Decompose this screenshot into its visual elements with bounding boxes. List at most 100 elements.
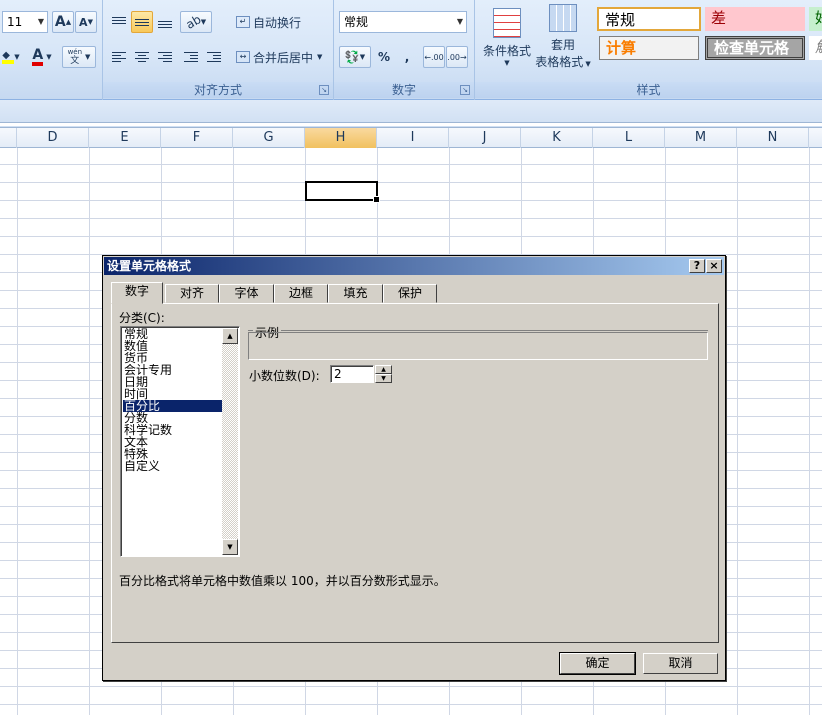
column-header[interactable]: I [377, 128, 449, 148]
tab-number[interactable]: 数字 [111, 282, 163, 304]
cell-style-normal-label: 常规 [605, 11, 636, 29]
spin-down-icon[interactable]: ▼ [375, 374, 392, 383]
cancel-button[interactable]: 取消 [643, 653, 718, 674]
wrap-text-icon: ↵ [236, 16, 250, 28]
align-left-button[interactable] [108, 46, 130, 68]
dialog-launcher-icon[interactable]: ↘ [460, 85, 470, 95]
conditional-formatting-button[interactable]: 条件格式 ▼ [479, 3, 535, 71]
list-item[interactable]: 分数 [123, 412, 223, 424]
tab-protection[interactable]: 保护 [383, 284, 437, 303]
comma-style-button[interactable]: , [396, 46, 418, 68]
font-color-button[interactable]: A ▼ [26, 46, 58, 68]
list-item[interactable]: 特殊 [123, 448, 223, 460]
font-size-combo[interactable]: 11 ▼ [2, 11, 48, 33]
category-listbox[interactable]: 常规 数值 货币 会计专用 日期 时间 百分比 分数 科学记数 文本 特殊 自定… [120, 326, 240, 557]
font-color-icon: A [32, 48, 44, 66]
decrease-decimal-button[interactable]: .00→ [446, 46, 468, 68]
ribbon: 11 ▼ A ▲ A ▼ ◆ ▼ A ▼ wén 文 ▼ ab ▼ ↵ 自动换行… [0, 0, 822, 100]
column-header[interactable]: D [17, 128, 89, 148]
format-as-table-icon [549, 4, 577, 32]
cell-style-normal[interactable]: 常规 [597, 7, 701, 31]
align-bottom-button[interactable] [154, 11, 176, 33]
column-headers: D E F G H I J K L M N [0, 128, 822, 148]
phonetic-button[interactable]: wén 文 ▼ [62, 46, 96, 68]
align-top-button[interactable] [108, 11, 130, 33]
chevron-down-icon: ▼ [585, 60, 591, 68]
cell-style-good[interactable]: 好 [809, 7, 822, 31]
list-item[interactable]: 会计专用 [123, 364, 223, 376]
shrink-font-button[interactable]: A ▼ [75, 11, 97, 33]
increase-decimal-button[interactable]: ←.00 [423, 46, 445, 68]
formula-bar-area [0, 100, 822, 128]
wrap-text-button[interactable]: ↵ 自动换行 [232, 11, 312, 33]
accounting-format-button[interactable]: 💱 ▼ [339, 46, 371, 68]
orientation-button[interactable]: ab ▼ [180, 11, 212, 33]
column-header[interactable]: K [521, 128, 593, 148]
active-cell[interactable] [305, 181, 380, 203]
excel-window: 11 ▼ A ▲ A ▼ ◆ ▼ A ▼ wén 文 ▼ ab ▼ ↵ 自动换行… [0, 0, 822, 715]
cell-style-explanatory[interactable]: 解 [809, 36, 822, 60]
text-orientation-icon: ab [183, 12, 204, 32]
close-icon: × [709, 259, 719, 272]
close-button[interactable]: × [706, 259, 722, 273]
currency-icon: 💱 [344, 50, 360, 64]
list-item[interactable]: 科学记数 [123, 424, 223, 436]
column-header[interactable]: G [233, 128, 305, 148]
merge-center-label: 合并后居中 [253, 50, 314, 65]
tab-font[interactable]: 字体 [219, 284, 274, 303]
grow-font-button[interactable]: A ▲ [52, 11, 74, 33]
align-middle-button[interactable] [131, 11, 153, 33]
column-header[interactable]: J [449, 128, 521, 148]
chevron-down-icon: ▼ [85, 53, 91, 61]
increase-indent-button[interactable] [203, 46, 225, 68]
align-center-button[interactable] [131, 46, 153, 68]
column-header[interactable]: F [161, 128, 233, 148]
tab-border[interactable]: 边框 [274, 284, 328, 303]
list-item-selected[interactable]: 百分比 [123, 400, 223, 412]
list-item[interactable]: 货币 [123, 352, 223, 364]
scroll-down-icon[interactable]: ▼ [222, 539, 238, 555]
format-description: 百分比格式将单元格中数值乘以 100，并以百分数形式显示。 [119, 574, 446, 588]
alignment-group-label: 对齐方式 [103, 82, 333, 98]
list-item[interactable]: 时间 [123, 388, 223, 400]
column-header[interactable]: N [737, 128, 809, 148]
styles-group-label: 样式 [475, 82, 822, 98]
list-item[interactable]: 文本 [123, 436, 223, 448]
spin-up-icon[interactable]: ▲ [375, 365, 392, 374]
cell-style-check-cell[interactable]: 检查单元格 [705, 36, 805, 60]
list-item[interactable]: 日期 [123, 376, 223, 388]
fill-color-button[interactable]: ◆ ▼ [0, 46, 24, 68]
align-right-button[interactable] [154, 46, 176, 68]
wrap-text-label: 自动换行 [253, 15, 302, 30]
column-header-selected[interactable]: H [305, 128, 377, 148]
help-icon: ? [693, 259, 701, 272]
column-header[interactable]: M [665, 128, 737, 148]
alignment-group: ab ▼ ↵ 自动换行 ↔ 合并后居中 ▼ 对齐方式 ↘ [103, 0, 334, 100]
formula-bar[interactable] [0, 122, 822, 126]
column-header[interactable]: E [89, 128, 161, 148]
align-top-icon [112, 16, 126, 28]
merge-center-button[interactable]: ↔ 合并后居中 ▼ [232, 46, 328, 68]
dialog-launcher-icon[interactable]: ↘ [319, 85, 329, 95]
category-scrollbar[interactable]: ▲ ▼ [222, 328, 238, 555]
list-item[interactable]: 数值 [123, 340, 223, 352]
list-item[interactable]: 自定义 [123, 460, 223, 472]
number-format-combo[interactable]: 常规 ▼ [339, 11, 467, 33]
decimal-places-input[interactable]: 2 [330, 365, 374, 383]
cell-style-calculation[interactable]: 计算 [599, 36, 699, 60]
cell-style-bad[interactable]: 差 [705, 7, 805, 31]
column-header-partial[interactable] [0, 128, 17, 148]
format-as-table-label-1: 套用 [550, 38, 575, 52]
dialog-title-bar[interactable]: 设置单元格格式 ? × [104, 257, 724, 275]
tab-fill[interactable]: 填充 [328, 284, 383, 303]
column-header[interactable]: L [593, 128, 665, 148]
scroll-up-icon[interactable]: ▲ [222, 328, 238, 344]
ok-button[interactable]: 确定 [559, 652, 636, 675]
format-as-table-button[interactable]: 套用 表格格式 ▼ [533, 3, 593, 71]
help-button[interactable]: ? [689, 259, 705, 273]
tab-alignment[interactable]: 对齐 [165, 284, 219, 303]
decrease-indent-button[interactable] [180, 46, 202, 68]
align-middle-icon [135, 16, 149, 28]
list-item[interactable]: 常规 [123, 328, 223, 340]
percent-style-button[interactable]: % [373, 46, 395, 68]
